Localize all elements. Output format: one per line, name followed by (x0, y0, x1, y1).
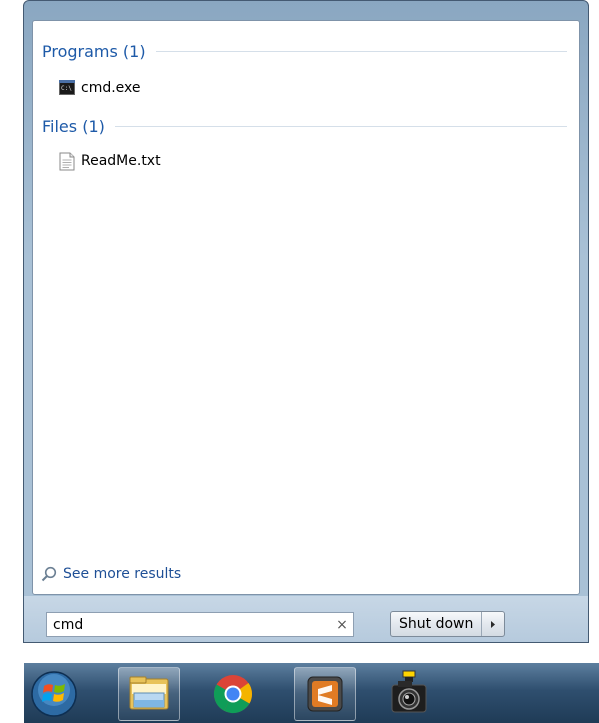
shutdown-options-button[interactable] (482, 612, 504, 636)
group-divider (114, 125, 567, 127)
sublime-text-icon (307, 676, 343, 712)
taskbar (24, 663, 599, 723)
see-more-results-label: See more results (63, 566, 182, 582)
windows-start-orb-icon (31, 671, 77, 717)
camera-icon (391, 670, 427, 713)
group-header-files: Files (1) (42, 115, 567, 137)
shutdown-control: Shut down (390, 611, 506, 637)
search-box: × (46, 612, 354, 637)
result-item-label: ReadMe.txt (81, 153, 161, 169)
taskbar-sublime-button[interactable] (294, 667, 356, 721)
shutdown-button[interactable]: Shut down (391, 612, 483, 636)
see-more-results-link[interactable]: See more results (41, 566, 181, 582)
chevron-right-icon (491, 620, 496, 628)
search-results-panel: Programs (1) C:\ cmd.exe Files (1) ReadM… (32, 20, 580, 595)
group-title-files: Files (1) (42, 116, 105, 136)
chrome-icon (213, 675, 253, 714)
result-item-label: cmd.exe (81, 80, 141, 96)
start-menu-screen: Programs (1) C:\ cmd.exe Files (1) ReadM… (0, 0, 599, 723)
result-item-cmd[interactable]: C:\ cmd.exe (59, 77, 149, 99)
result-item-readme[interactable]: ReadMe.txt (59, 150, 169, 172)
group-header-programs: Programs (1) (42, 40, 567, 62)
windows-explorer-icon (129, 676, 169, 710)
text-file-icon (59, 152, 75, 170)
clear-search-icon[interactable]: × (331, 617, 353, 633)
start-button[interactable] (26, 667, 82, 721)
taskbar-camera-button[interactable] (378, 667, 440, 721)
search-input[interactable] (47, 613, 331, 636)
taskbar-explorer-button[interactable] (118, 667, 180, 721)
group-title-programs: Programs (1) (42, 41, 146, 61)
taskbar-chrome-button[interactable] (202, 667, 264, 721)
command-prompt-icon: C:\ (59, 79, 75, 95)
group-divider (155, 50, 567, 52)
search-icon (41, 566, 57, 582)
